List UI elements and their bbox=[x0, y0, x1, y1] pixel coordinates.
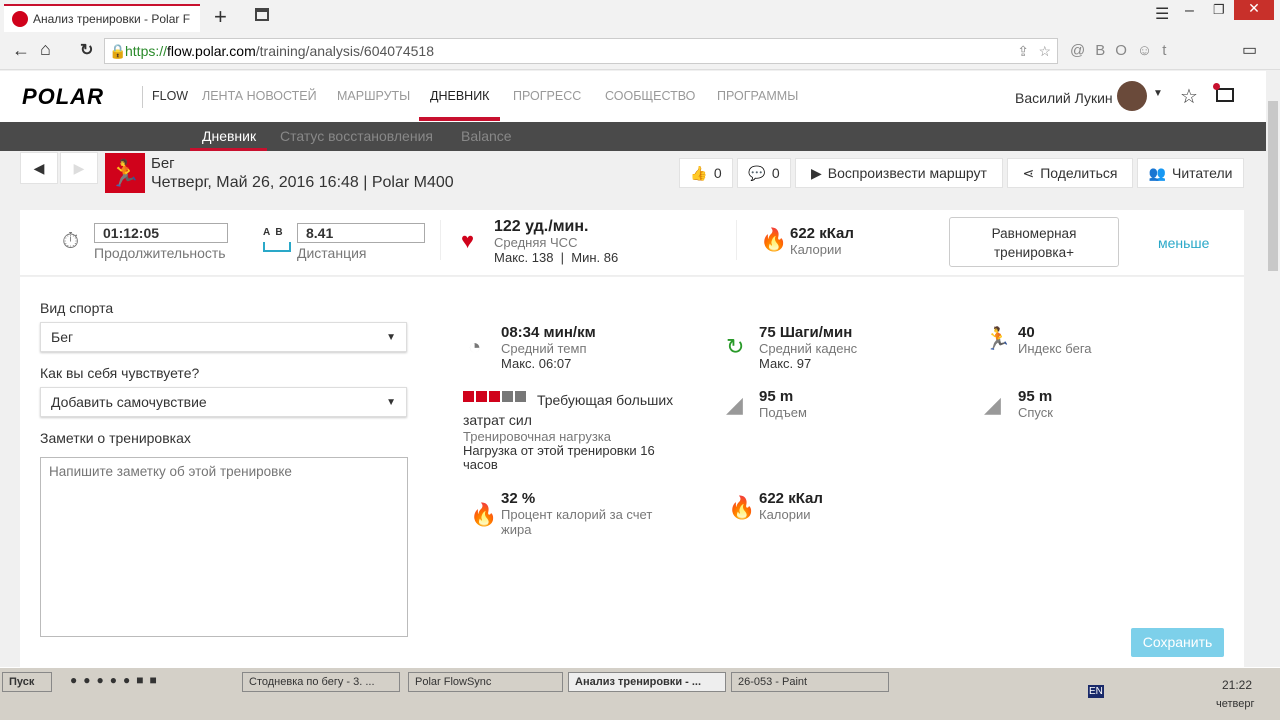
mail-icon[interactable]: @ bbox=[1070, 42, 1085, 59]
people-icon: 👥 bbox=[1148, 164, 1166, 181]
feeling-select[interactable]: Добавить самочувствие ▼ bbox=[40, 387, 407, 417]
thumbs-up-icon: 👍 bbox=[690, 164, 708, 181]
share-page-icon[interactable]: ⇪ bbox=[1017, 43, 1029, 60]
url-input[interactable]: 🔒 https://flow.polar.com/training/analysi… bbox=[104, 38, 1058, 64]
prev-session-button[interactable]: ◀ bbox=[20, 152, 58, 184]
back-icon[interactable]: ← bbox=[12, 40, 30, 61]
browser-tab[interactable]: Анализ тренировки - Polar F bbox=[4, 4, 200, 32]
lock-icon: 🔒 bbox=[109, 42, 127, 59]
nav-diary[interactable]: ДНЕВНИК bbox=[430, 89, 489, 103]
polar-favicon-icon bbox=[12, 11, 28, 27]
chat-icon[interactable]: ▭ bbox=[1242, 40, 1257, 60]
duration-value: 01:12:05 bbox=[94, 223, 228, 243]
app-icon[interactable]: ● bbox=[70, 673, 77, 687]
share-icon: ⋖ bbox=[1022, 164, 1035, 181]
notifications-icon[interactable] bbox=[1213, 83, 1234, 102]
stopwatch-icon: ⏱ bbox=[62, 228, 80, 253]
home-app-icon[interactable]: ● bbox=[97, 673, 104, 687]
save-button[interactable]: Сохранить bbox=[1131, 628, 1224, 657]
smile-icon[interactable]: ☺ bbox=[1137, 42, 1152, 59]
notes-textarea[interactable] bbox=[40, 457, 408, 637]
clock-day: четверг bbox=[1216, 698, 1255, 710]
ruler-icon bbox=[263, 242, 291, 252]
descent-icon: ◢ bbox=[984, 392, 1001, 417]
restore-icon[interactable]: ❐ bbox=[1213, 2, 1225, 18]
save-icon[interactable]: ■ bbox=[136, 673, 143, 687]
language-indicator[interactable]: EN bbox=[1088, 685, 1104, 698]
close-window-icon[interactable]: ✕ bbox=[1234, 0, 1274, 20]
taskbar-item[interactable]: 26-053 - Paint bbox=[731, 672, 889, 692]
distance-value: 8.41 bbox=[297, 223, 425, 243]
sport-name: Бег bbox=[151, 155, 175, 172]
play-icon: ▶ bbox=[811, 164, 822, 181]
vk-icon[interactable]: В bbox=[1095, 42, 1105, 59]
chrome-icon[interactable]: ● bbox=[83, 673, 90, 687]
subnav-recovery[interactable]: Статус восстановления bbox=[280, 128, 433, 144]
ok-icon[interactable]: О bbox=[1115, 42, 1127, 59]
cadence-icon: ↻ bbox=[726, 334, 745, 359]
twitter-icon[interactable]: t bbox=[1162, 42, 1166, 59]
flow-label: FLOW bbox=[152, 89, 189, 103]
start-button[interactable]: Пуск bbox=[2, 672, 52, 692]
subnav-diary[interactable]: Дневник bbox=[202, 128, 256, 144]
running-icon: 🏃 bbox=[105, 153, 145, 193]
user-name[interactable]: Василий Лукин bbox=[1015, 90, 1113, 106]
nav-routes[interactable]: МАРШРУТЫ bbox=[337, 89, 410, 103]
new-tab-icon[interactable]: + bbox=[214, 4, 227, 30]
dropdown-arrow-icon: ▼ bbox=[386, 331, 396, 343]
speedometer-icon: ◔ bbox=[468, 334, 482, 359]
chevron-down-icon[interactable]: ▼ bbox=[1153, 88, 1163, 99]
extensions: @ В О ☺ t bbox=[1070, 42, 1166, 59]
taskbar-item[interactable]: Стодневка по бегу - 3. ... bbox=[242, 672, 400, 692]
minimize-icon[interactable]: – bbox=[1185, 2, 1194, 20]
session-date: Четверг, Май 26, 2016 16:48 | Polar M400 bbox=[151, 174, 454, 191]
sport-select[interactable]: Бег ▼ bbox=[40, 322, 407, 352]
nav-community[interactable]: СООБЩЕСТВО bbox=[605, 89, 695, 103]
clock-time[interactable]: 21:22 bbox=[1222, 678, 1252, 692]
sub-nav bbox=[0, 122, 1266, 151]
tab-list-icon[interactable] bbox=[255, 8, 269, 21]
flame-icon: 🔥 bbox=[470, 502, 498, 527]
home-icon[interactable]: ⌂ bbox=[40, 39, 51, 60]
nav-programs[interactable]: ПРОГРАММЫ bbox=[717, 89, 798, 103]
favorites-star-icon[interactable]: ☆ bbox=[1180, 84, 1198, 109]
nav-feed[interactable]: ЛЕНТА НОВОСТЕЙ bbox=[202, 89, 317, 103]
taskbar-item[interactable]: Polar FlowSync bbox=[408, 672, 563, 692]
flame-icon: 🔥 bbox=[728, 495, 756, 520]
comments-button[interactable]: 💬 0 bbox=[737, 158, 791, 188]
flame-icon: 🔥 bbox=[760, 227, 788, 252]
scrollbar[interactable] bbox=[1266, 71, 1280, 667]
running-index-icon: 🏃 bbox=[984, 326, 1012, 351]
subnav-balance[interactable]: Balance bbox=[461, 128, 512, 144]
readers-button[interactable]: 👥 Читатели bbox=[1137, 158, 1244, 188]
less-link[interactable]: меньше bbox=[1158, 235, 1209, 251]
share-button[interactable]: ⋖ Поделиться bbox=[1007, 158, 1133, 188]
polar-logo[interactable]: POLAR bbox=[22, 84, 104, 110]
ascent-icon: ◢ bbox=[726, 392, 743, 417]
firefox-icon[interactable]: ● bbox=[110, 673, 117, 687]
vk-icon[interactable]: ■ bbox=[150, 673, 157, 687]
dropdown-arrow-icon: ▼ bbox=[386, 396, 396, 408]
bookmark-star-icon[interactable]: ☆ bbox=[1038, 43, 1051, 60]
quick-launch: ● ● ● ● ● ■ ■ bbox=[70, 673, 157, 687]
distance-ab-icon: A B bbox=[263, 227, 283, 238]
opera-icon[interactable]: ● bbox=[123, 673, 130, 687]
replay-route-button[interactable]: ▶ Воспроизвести маршрут bbox=[795, 158, 1003, 188]
reload-icon[interactable]: ↻ bbox=[80, 40, 93, 60]
training-benefit-button[interactable]: Равномерная тренировка+ bbox=[949, 217, 1119, 267]
avatar[interactable] bbox=[1117, 81, 1147, 111]
taskbar-item-active[interactable]: Анализ тренировки - ... bbox=[568, 672, 726, 692]
next-session-button[interactable]: ▶ bbox=[60, 152, 98, 184]
heart-icon: ♥ bbox=[461, 228, 475, 253]
nav-progress[interactable]: ПРОГРЕСС bbox=[513, 89, 581, 103]
like-button[interactable]: 👍 0 bbox=[679, 158, 733, 188]
menu-icon[interactable]: ☰ bbox=[1155, 4, 1169, 24]
comment-icon: 💬 bbox=[748, 164, 766, 181]
